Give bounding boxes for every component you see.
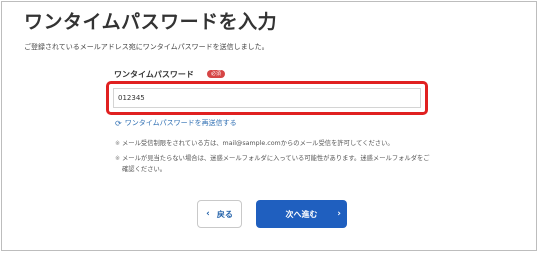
required-badge: 必須 bbox=[207, 70, 226, 78]
refresh-icon: ⟳ bbox=[115, 118, 122, 128]
next-button-label: 次へ進む bbox=[285, 209, 318, 219]
resend-link[interactable]: ⟳ ワンタイムパスワードを再送信する bbox=[115, 118, 237, 128]
back-button-label: 戻る bbox=[216, 209, 233, 219]
page-frame: ワンタイムパスワードを入力 ご登録されているメールアドレス宛にワンタイムパスワー… bbox=[1, 1, 537, 251]
page-title: ワンタイムパスワードを入力 bbox=[24, 11, 278, 33]
next-button[interactable]: 次へ進む › bbox=[256, 200, 347, 228]
note-text: メール受信制限をされている方は、mail@sample.comからのメール受信を… bbox=[122, 140, 394, 147]
page-description: ご登録されているメールアドレス宛にワンタイムパスワードを送信しました。 bbox=[24, 43, 269, 51]
otp-highlight-box bbox=[106, 81, 428, 115]
chevron-left-icon: ‹ bbox=[206, 209, 210, 219]
resend-label: ワンタイムパスワードを再送信する bbox=[124, 119, 237, 127]
chevron-right-icon: › bbox=[337, 209, 341, 219]
otp-field-label: ワンタイムパスワード bbox=[114, 70, 194, 79]
back-button[interactable]: ‹ 戻る bbox=[197, 200, 242, 228]
note-bullet-icon: ※ bbox=[115, 155, 121, 162]
note-item: ※ メールが見当たらない場合は、迷惑メールフォルダに入っている可能性があります。… bbox=[115, 153, 430, 175]
note-item: ※ メール受信制限をされている方は、mail@sample.comからのメール受… bbox=[115, 138, 435, 149]
otp-input[interactable] bbox=[113, 88, 421, 108]
note-bullet-icon: ※ bbox=[115, 140, 121, 147]
note-text: メールが見当たらない場合は、迷惑メールフォルダに入っている可能性があります。迷惑… bbox=[122, 155, 430, 173]
